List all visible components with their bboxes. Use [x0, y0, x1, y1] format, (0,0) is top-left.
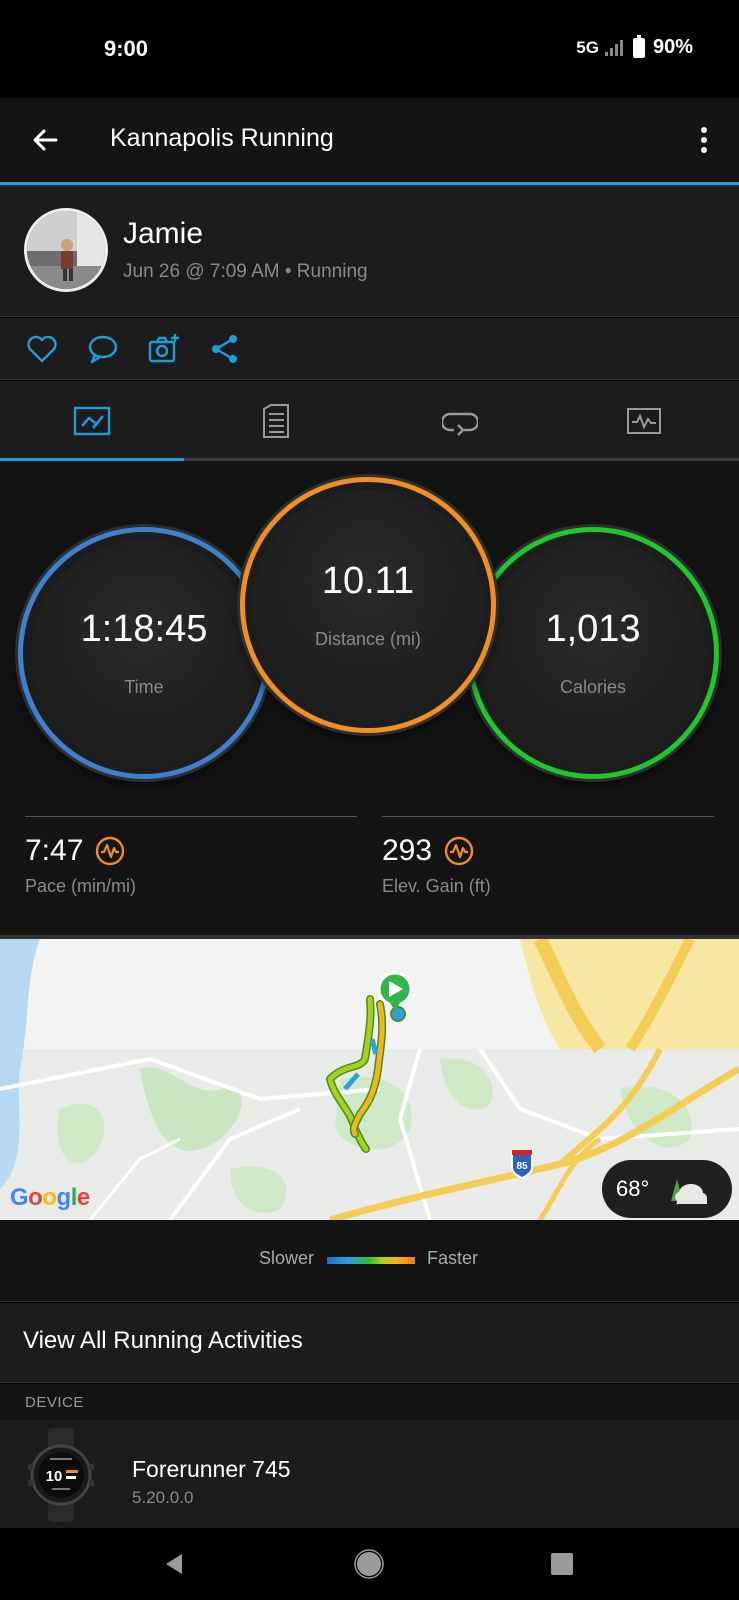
- action-row: [0, 318, 739, 380]
- device-row[interactable]: 10 Forerunner 745 5.20.0.0: [0, 1420, 739, 1528]
- pace-legend: Slower Faster: [0, 1220, 739, 1302]
- time-ring: 1:18:45 Time: [18, 527, 270, 779]
- tab-charts[interactable]: [552, 381, 736, 461]
- legend-faster-label: Faster: [427, 1248, 479, 1268]
- pace-chart-icon: [96, 836, 125, 866]
- elevation-label: Elev. Gain (ft): [382, 876, 491, 896]
- comment-icon[interactable]: [86, 332, 120, 366]
- device-section-header: DEVICE: [0, 1384, 739, 1420]
- back-arrow-icon[interactable]: [26, 120, 66, 160]
- elevation-divider: [382, 816, 714, 817]
- pace-metric[interactable]: 7:47: [25, 834, 125, 868]
- add-photo-icon[interactable]: [147, 332, 181, 366]
- nav-back-icon[interactable]: [158, 1548, 190, 1580]
- weather-temperature: 68°: [616, 1176, 650, 1201]
- app-bar: Kannapolis Running: [0, 98, 739, 182]
- nav-home-icon[interactable]: [353, 1548, 385, 1580]
- pace-divider: [25, 816, 357, 817]
- google-logo: Google: [10, 1184, 90, 1212]
- network-type: 5G: [576, 37, 599, 57]
- legend-gradient-bar: [327, 1257, 415, 1264]
- device-firmware-version: 5.20.0.0: [132, 1488, 194, 1507]
- share-icon[interactable]: [208, 332, 242, 366]
- weather-chip[interactable]: 68°: [602, 1160, 732, 1218]
- status-time: 9:00: [104, 36, 149, 61]
- owner-name: Jamie: [123, 217, 204, 250]
- details-icon: [263, 404, 289, 438]
- activity-meta: Jun 26 @ 7:09 AM • Running: [123, 261, 368, 282]
- more-vert-icon[interactable]: [689, 122, 719, 158]
- nav-recents-icon[interactable]: [546, 1548, 578, 1580]
- avatar[interactable]: [24, 208, 108, 292]
- view-all-activities-label: View All Running Activities: [23, 1327, 303, 1354]
- pace-label: Pace (min/mi): [25, 876, 137, 896]
- distance-value: 10.11: [321, 560, 415, 602]
- watch-image: 10: [28, 1428, 94, 1522]
- distance-ring: 10.11 Distance (mi): [240, 477, 496, 733]
- watch-face-time: 10: [46, 1468, 63, 1485]
- activity-tabs: [0, 381, 739, 461]
- elevation-chart-icon: [444, 836, 474, 866]
- legend-slower-label: Slower: [259, 1248, 315, 1268]
- activity-owner: Jamie Jun 26 @ 7:09 AM • Running: [0, 185, 739, 317]
- distance-label: Distance (mi): [314, 629, 421, 649]
- cloudy-weather-icon: [671, 1179, 708, 1205]
- elevation-metric[interactable]: 293: [382, 834, 474, 868]
- overview-icon: [73, 406, 111, 436]
- laps-icon: [442, 412, 478, 436]
- page-title: Kannapolis Running: [110, 124, 334, 152]
- time-label: Time: [124, 677, 164, 697]
- calories-label: Calories: [559, 677, 627, 697]
- google-logo-text: Google: [10, 1184, 90, 1211]
- tab-details[interactable]: [184, 381, 368, 461]
- elevation-value: 293: [382, 834, 433, 867]
- route-map[interactable]: 85 Google 68°: [0, 935, 739, 1220]
- calories-ring: 1,013 Calories: [467, 527, 719, 779]
- device-name: Forerunner 745: [132, 1456, 291, 1482]
- charts-icon: [627, 408, 661, 434]
- battery-icon: [632, 34, 645, 58]
- time-value: 1:18:45: [80, 608, 208, 650]
- pace-value: 7:47: [25, 834, 84, 867]
- heart-icon[interactable]: [25, 332, 59, 366]
- system-nav-bar: [0, 1528, 739, 1600]
- battery-level: 90%: [652, 36, 693, 58]
- calories-value: 1,013: [545, 608, 641, 650]
- signal-icon: [604, 39, 623, 56]
- status-indicators: 5G 90%: [576, 34, 693, 59]
- tab-overview[interactable]: [0, 381, 184, 461]
- device-header-label: DEVICE: [25, 1394, 84, 1411]
- status-bar: 9:00 5G 90%: [0, 0, 739, 98]
- tab-laps[interactable]: [368, 381, 552, 461]
- view-all-activities-link[interactable]: View All Running Activities: [0, 1303, 739, 1383]
- interstate-shield-label: 85: [516, 1161, 528, 1172]
